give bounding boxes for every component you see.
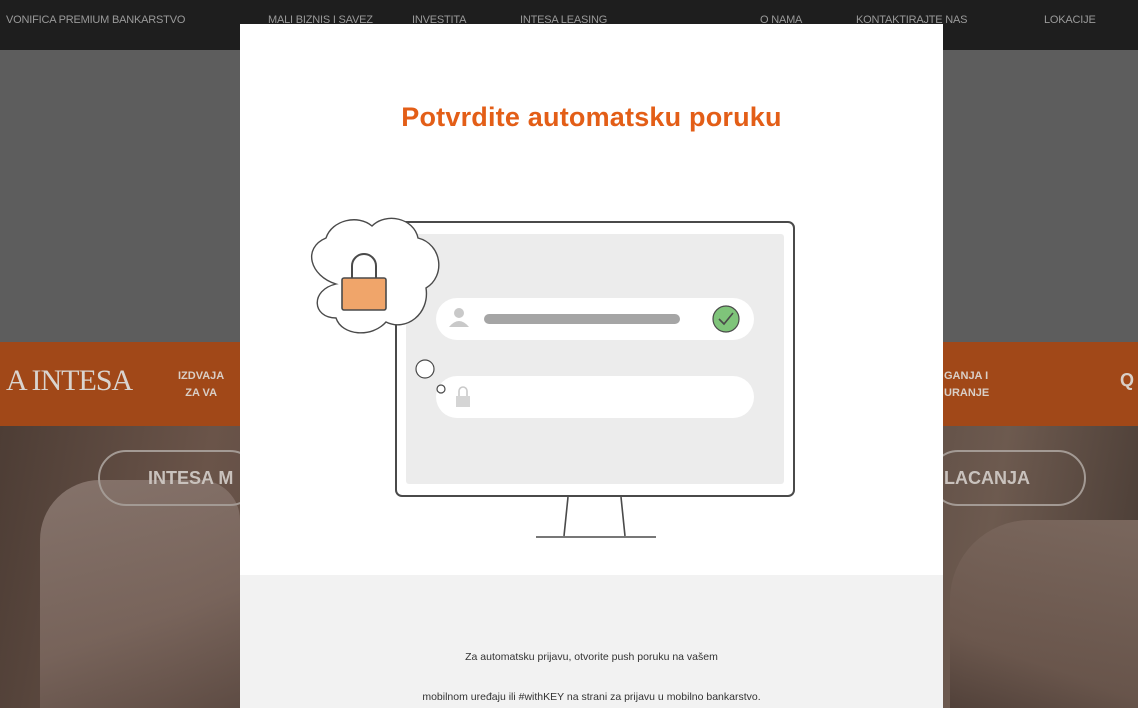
- modal-footer: Za automatsku prijavu, otvorite push por…: [240, 575, 943, 708]
- background-hand-left: [40, 480, 240, 708]
- username-field-graphic: [436, 298, 754, 340]
- background-pill-left[interactable]: INTESA M: [98, 450, 258, 506]
- password-field-graphic: [436, 376, 754, 418]
- push-login-illustration: [310, 217, 795, 538]
- background-pill-right[interactable]: LACANJA: [930, 450, 1086, 506]
- instruction-line-2: mobilnom uređaju ili #withKEY na strani …: [422, 691, 761, 703]
- nav-right-line2: URANJE: [944, 387, 990, 399]
- checkmark-icon: [712, 305, 740, 333]
- topbar-link-premium[interactable]: VONIFICA PREMIUM BANKARSTVO: [6, 14, 185, 26]
- instruction-line-1: Za automatsku prijavu, otvorite push por…: [465, 651, 718, 663]
- thought-bubble-small: [436, 384, 446, 394]
- nav-left-line2: ZA VA: [185, 387, 218, 399]
- nav-left-line1: IZDVAJA: [178, 370, 225, 382]
- background-nav-item-left[interactable]: IZDVAJA ZA VA: [178, 368, 224, 402]
- background-nav-item-right[interactable]: GANJA I URANJE: [944, 368, 989, 402]
- background-logo[interactable]: A INTESA: [6, 364, 133, 398]
- login-confirm-modal: Potvrdite automatsku poruku Za automatsk…: [240, 24, 943, 708]
- modal-title: Potvrdite automatsku poruku: [401, 102, 782, 132]
- topbar-link-locations[interactable]: LOKACIJE: [1044, 14, 1096, 26]
- thought-bubble-large: [415, 359, 435, 379]
- nav-right-line1: GANJA I: [944, 370, 989, 382]
- background-hand-right: [950, 520, 1138, 708]
- background-nav-search[interactable]: Q: [1120, 370, 1134, 391]
